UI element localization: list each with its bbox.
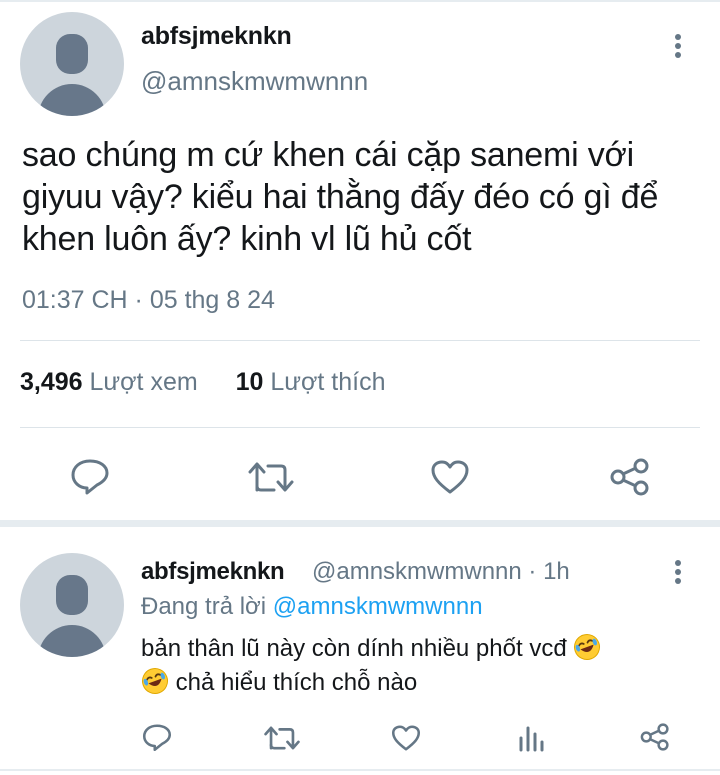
avatar-body	[38, 84, 106, 116]
avatar-head	[56, 575, 88, 615]
avatar-body	[38, 625, 106, 657]
section-separator	[0, 520, 720, 527]
reply-text-part2: chả hiểu thích chỗ nào	[175, 669, 418, 696]
share-icon[interactable]	[639, 722, 671, 752]
replying-prefix: Đang trả lời	[141, 593, 267, 620]
rofl-emoji-icon	[574, 634, 601, 660]
divider	[20, 427, 700, 428]
reply-author-name[interactable]: abfsjmeknkn	[141, 558, 285, 586]
main-tweet: abfsjmeknkn @amnskmwmwnnn sao chúng m cứ…	[0, 2, 720, 522]
like-icon[interactable]	[430, 459, 470, 495]
likes-count[interactable]: 10	[236, 368, 264, 396]
divider	[20, 340, 700, 341]
bottom-divider	[0, 769, 720, 771]
reply-handle-time[interactable]: @amnskmwmwnnn · 1h	[312, 558, 570, 586]
like-icon[interactable]	[391, 724, 421, 752]
avatar-head	[56, 34, 88, 74]
author-display-name[interactable]: abfsjmeknkn	[141, 22, 292, 51]
avatar[interactable]	[20, 12, 124, 116]
replying-mention[interactable]: @amnskmwmwnnn	[273, 593, 483, 620]
author-handle[interactable]: @amnskmwmwnnn	[141, 66, 368, 97]
tweet-text: sao chúng m cứ khen cái cặp sanemi với g…	[22, 136, 659, 258]
rofl-emoji-icon	[142, 668, 168, 694]
tweet-timestamp[interactable]: 01:37 CH · 05 thg 8 24	[22, 286, 275, 315]
share-icon[interactable]	[608, 457, 652, 497]
reply-icon[interactable]	[70, 457, 110, 495]
likes-label[interactable]: Lượt thích	[270, 368, 385, 396]
more-options-icon[interactable]	[673, 560, 683, 587]
reply-text: bản thân lũ này còn dính nhiều phốt vcđ …	[141, 632, 686, 700]
reply-text-part1: bản thân lũ này còn dính nhiều phốt vcđ	[141, 635, 567, 662]
views-label: Lượt xem	[89, 368, 198, 396]
views-count: 3,496	[20, 368, 83, 396]
more-options-icon[interactable]	[673, 34, 683, 61]
retweet-icon[interactable]	[248, 458, 294, 496]
retweet-icon[interactable]	[264, 723, 300, 753]
tweet-stats: 3,496 Lượt xem 10 Lượt thích	[20, 368, 385, 397]
reply-avatar[interactable]	[20, 553, 124, 657]
replying-to: Đang trả lời @amnskmwmwnnn	[141, 593, 483, 621]
analytics-icon[interactable]	[517, 724, 545, 752]
reply-icon[interactable]	[142, 722, 172, 752]
